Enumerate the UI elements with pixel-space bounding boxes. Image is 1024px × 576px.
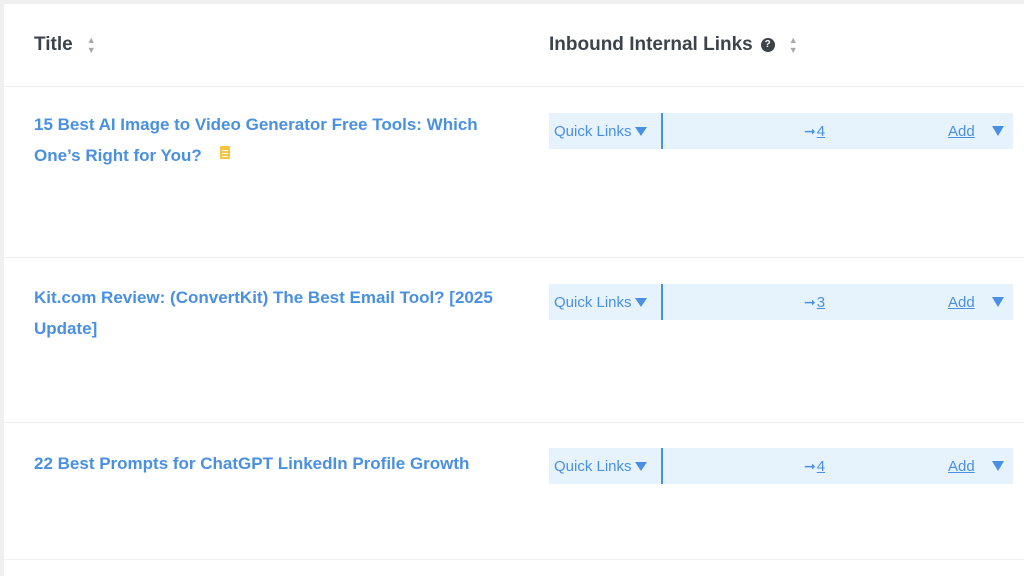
inbound-count[interactable]: 4 <box>817 123 825 140</box>
arrow-right-icon: ➞ <box>804 293 816 310</box>
post-title-text[interactable]: 15 Best AI Image to Video Generator Free… <box>34 115 478 165</box>
quick-links-label: Quick Links <box>554 293 632 311</box>
document-icon <box>219 146 230 160</box>
inbound-count-link[interactable]: ➞ 4 <box>804 448 825 484</box>
column-header-inbound-links[interactable]: Inbound Internal Links ? ▲ ▼ <box>549 34 798 56</box>
inbound-count[interactable]: 4 <box>817 458 825 475</box>
table-header: Title ▲ ▼ Inbound Internal Links ? ▲ ▼ <box>4 4 1024 87</box>
inbound-count[interactable]: 3 <box>817 294 825 311</box>
chevron-down-icon <box>634 461 647 471</box>
help-icon[interactable]: ? <box>760 38 775 52</box>
add-dropdown-chevron-icon[interactable] <box>992 461 1004 471</box>
chevron-down-icon <box>634 297 647 307</box>
post-title-text[interactable]: Kit.com Review: (ConvertKit) The Best Em… <box>34 288 493 338</box>
arrow-right-icon: ➞ <box>804 122 816 139</box>
inbound-links-bar: Quick Links ➞ 4 Add <box>549 113 1013 149</box>
chevron-down-icon <box>634 126 647 136</box>
links-table: Title ▲ ▼ Inbound Internal Links ? ▲ ▼ 15 … <box>4 4 1024 576</box>
table-row: 22 Best Prompts for ChatGPT LinkedIn Pro… <box>4 423 1024 560</box>
add-link-button[interactable]: Add <box>948 284 975 320</box>
inbound-count-link[interactable]: ➞ 3 <box>804 284 825 320</box>
post-title-text[interactable]: 22 Best Prompts for ChatGPT LinkedIn Pro… <box>34 454 469 473</box>
table-row: Kit.com Review: (ConvertKit) The Best Em… <box>4 258 1024 423</box>
add-link-button[interactable]: Add <box>948 448 975 484</box>
add-link-button[interactable]: Add <box>948 113 975 149</box>
sort-icon[interactable]: ▲ ▼ <box>87 35 96 55</box>
quick-links-dropdown[interactable]: Quick Links <box>549 284 663 320</box>
inbound-links-bar: Quick Links ➞ 4 Add <box>549 448 1013 484</box>
table-row: 15 Best AI Image to Video Generator Free… <box>4 87 1024 258</box>
column-header-title[interactable]: Title ▲ ▼ <box>34 34 96 56</box>
arrow-right-icon: ➞ <box>804 457 816 474</box>
column-header-inbound-label: Inbound Internal Links <box>549 34 753 55</box>
inbound-links-bar: Quick Links ➞ 3 Add <box>549 284 1013 320</box>
quick-links-dropdown[interactable]: Quick Links <box>549 113 663 149</box>
add-dropdown-chevron-icon[interactable] <box>992 126 1004 136</box>
sort-icon[interactable]: ▲ ▼ <box>789 35 798 55</box>
quick-links-label: Quick Links <box>554 122 632 140</box>
post-title-link[interactable]: Kit.com Review: (ConvertKit) The Best Em… <box>34 282 504 344</box>
quick-links-dropdown[interactable]: Quick Links <box>549 448 663 484</box>
add-dropdown-chevron-icon[interactable] <box>992 297 1004 307</box>
inbound-count-link[interactable]: ➞ 4 <box>804 113 825 149</box>
column-header-title-label: Title <box>34 34 73 55</box>
post-title-link[interactable]: 22 Best Prompts for ChatGPT LinkedIn Pro… <box>34 448 504 479</box>
quick-links-label: Quick Links <box>554 457 632 475</box>
post-title-link[interactable]: 15 Best AI Image to Video Generator Free… <box>34 109 504 171</box>
